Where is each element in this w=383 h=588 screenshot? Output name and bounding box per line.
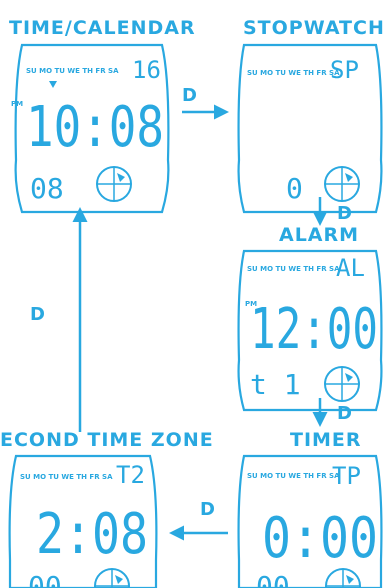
main-digits: 2:08 [36,502,148,567]
button-d-label: D [337,403,353,424]
main-digits: 10:08 [26,95,164,160]
corner-digits: TP [332,462,361,490]
mode-title: STOPWATCH [243,17,383,39]
dial-icon [324,366,360,402]
main-digits: 0:00 [262,506,378,571]
bottom-digits: 00 [28,570,62,588]
weekday-row: SU MO TU WE TH FR SA [247,265,340,273]
mode-timer: TIMER SU MO TU WE TH FR SA TP 0:00 00 [237,429,383,588]
corner-digits: SP [330,56,359,84]
mode-alarm: ALARM SU MO TU WE TH FR SA AL PM 12:00 t… [237,224,383,412]
mode-stopwatch: STOPWATCH SU MO TU WE TH FR SA SP 0 [237,17,383,214]
weekday-row: SU MO TU WE TH FR SA [247,472,340,480]
bottom-digits: 00 [256,570,290,588]
dial-icon [324,166,360,202]
pm-indicator: PM [11,100,23,108]
dial-icon [94,568,130,588]
button-d-label: D [30,304,46,325]
main-digits: 12:00 [250,297,378,362]
transition-time-to-stopwatch: D [182,85,229,120]
mode-title: ECOND TIME ZONE [0,429,214,451]
dial-icon [325,568,361,588]
mode-cycle-diagram: TIME/CALENDAR SU MO TU WE TH FR SA 16 PM… [0,17,383,588]
weekday-row: SU MO TU WE TH FR SA [20,473,113,481]
corner-digits: T2 [116,461,145,489]
bottom-digits: 08 [30,172,64,205]
button-d-label: D [200,499,216,520]
button-d-label: D [182,85,198,106]
dial-icon [96,166,132,202]
weekday-row: SU MO TU WE TH FR SA [247,69,340,77]
corner-digits: 16 [132,56,161,84]
weekday-row: SU MO TU WE TH FR SA [26,67,119,75]
weekday-pointer-icon [49,81,57,88]
mode-title: ALARM [279,224,359,246]
mode-second-time-zone: ECOND TIME ZONE SU MO TU WE TH FR SA T2 … [0,429,214,588]
bottom-digits: 0 [286,172,303,205]
corner-digits: AL [336,254,365,282]
transition-timer-to-second-zone: D [169,499,228,541]
mode-title: TIMER [290,429,362,451]
bottom-digits: t 1 [250,368,301,401]
transition-second-zone-to-time: D [30,207,88,432]
mode-time-calendar: TIME/CALENDAR SU MO TU WE TH FR SA 16 PM… [9,17,196,214]
mode-title: TIME/CALENDAR [9,17,196,39]
button-d-label: D [337,203,353,224]
